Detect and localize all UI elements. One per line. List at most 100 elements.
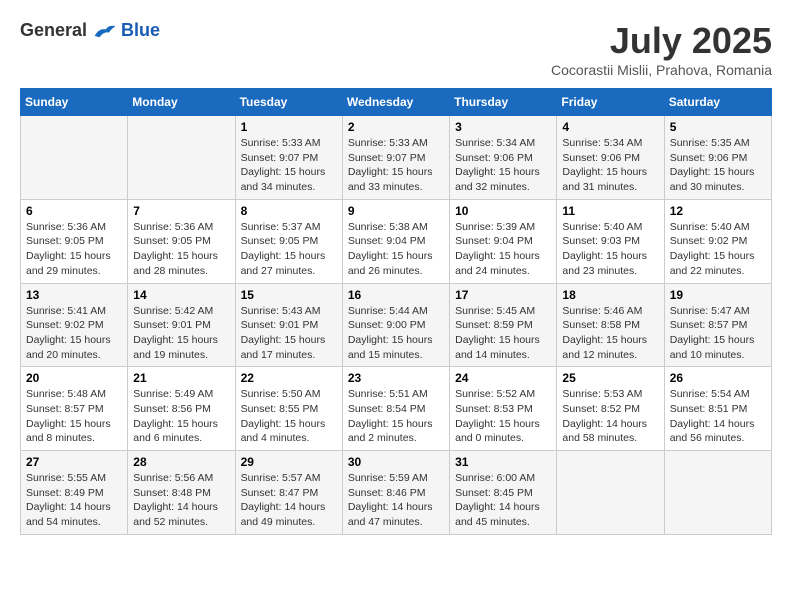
day-number: 10 <box>455 204 551 218</box>
calendar-cell: 25 Sunrise: 5:53 AMSunset: 8:52 PMDayligh… <box>557 367 664 451</box>
calendar-cell: 27 Sunrise: 5:55 AMSunset: 8:49 PMDayligh… <box>21 451 128 535</box>
calendar-cell: 21 Sunrise: 5:49 AMSunset: 8:56 PMDayligh… <box>128 367 235 451</box>
day-number: 1 <box>241 120 337 134</box>
logo-bird-icon <box>93 21 117 41</box>
calendar-cell <box>128 116 235 200</box>
day-info: Sunrise: 5:55 AMSunset: 8:49 PMDaylight:… <box>26 471 122 530</box>
calendar-cell: 3 Sunrise: 5:34 AMSunset: 9:06 PMDaylight… <box>450 116 557 200</box>
weekday-header-monday: Monday <box>128 89 235 116</box>
day-number: 2 <box>348 120 444 134</box>
calendar-cell <box>664 451 771 535</box>
day-info: Sunrise: 5:35 AMSunset: 9:06 PMDaylight:… <box>670 136 766 195</box>
day-number: 22 <box>241 371 337 385</box>
day-info: Sunrise: 5:42 AMSunset: 9:01 PMDaylight:… <box>133 304 229 363</box>
day-info: Sunrise: 6:00 AMSunset: 8:45 PMDaylight:… <box>455 471 551 530</box>
calendar-body: 1 Sunrise: 5:33 AMSunset: 9:07 PMDaylight… <box>21 116 772 535</box>
logo-blue: Blue <box>121 20 160 41</box>
day-number: 11 <box>562 204 658 218</box>
weekday-header-saturday: Saturday <box>664 89 771 116</box>
day-number: 12 <box>670 204 766 218</box>
calendar-cell: 1 Sunrise: 5:33 AMSunset: 9:07 PMDaylight… <box>235 116 342 200</box>
calendar-week-4: 20Sunrise: 5:48 AMSunset: 8:57 PMDayligh… <box>21 367 772 451</box>
day-number: 29 <box>241 455 337 469</box>
day-number: 6 <box>26 204 122 218</box>
calendar-week-1: 1 Sunrise: 5:33 AMSunset: 9:07 PMDaylight… <box>21 116 772 200</box>
day-number: 26 <box>670 371 766 385</box>
calendar-cell <box>21 116 128 200</box>
day-info: Sunrise: 5:41 AMSunset: 9:02 PMDaylight:… <box>26 304 122 363</box>
day-info: Sunrise: 5:49 AMSunset: 8:56 PMDaylight:… <box>133 387 229 446</box>
calendar-cell: 12Sunrise: 5:40 AMSunset: 9:02 PMDayligh… <box>664 199 771 283</box>
day-info: Sunrise: 5:38 AMSunset: 9:04 PMDaylight:… <box>348 220 444 279</box>
day-number: 24 <box>455 371 551 385</box>
day-number: 7 <box>133 204 229 218</box>
day-info: Sunrise: 5:57 AMSunset: 8:47 PMDaylight:… <box>241 471 337 530</box>
calendar-cell: 17Sunrise: 5:45 AMSunset: 8:59 PMDayligh… <box>450 283 557 367</box>
day-info: Sunrise: 5:59 AMSunset: 8:46 PMDaylight:… <box>348 471 444 530</box>
day-number: 16 <box>348 288 444 302</box>
day-info: Sunrise: 5:43 AMSunset: 9:01 PMDaylight:… <box>241 304 337 363</box>
day-info: Sunrise: 5:40 AMSunset: 9:03 PMDaylight:… <box>562 220 658 279</box>
day-info: Sunrise: 5:34 AMSunset: 9:06 PMDaylight:… <box>562 136 658 195</box>
calendar-cell: 31Sunrise: 6:00 AMSunset: 8:45 PMDayligh… <box>450 451 557 535</box>
weekday-header-tuesday: Tuesday <box>235 89 342 116</box>
calendar-cell: 28 Sunrise: 5:56 AMSunset: 8:48 PMDayligh… <box>128 451 235 535</box>
calendar-cell: 24Sunrise: 5:52 AMSunset: 8:53 PMDayligh… <box>450 367 557 451</box>
calendar-cell: 6 Sunrise: 5:36 AMSunset: 9:05 PMDaylight… <box>21 199 128 283</box>
day-number: 8 <box>241 204 337 218</box>
day-info: Sunrise: 5:47 AMSunset: 8:57 PMDaylight:… <box>670 304 766 363</box>
day-number: 18 <box>562 288 658 302</box>
calendar-cell: 19 Sunrise: 5:47 AMSunset: 8:57 PMDayligh… <box>664 283 771 367</box>
calendar-cell: 10 Sunrise: 5:39 AMSunset: 9:04 PMDayligh… <box>450 199 557 283</box>
calendar-week-2: 6 Sunrise: 5:36 AMSunset: 9:05 PMDaylight… <box>21 199 772 283</box>
logo: General Blue <box>20 20 160 41</box>
calendar-cell: 9 Sunrise: 5:38 AMSunset: 9:04 PMDaylight… <box>342 199 449 283</box>
weekday-header-thursday: Thursday <box>450 89 557 116</box>
day-number: 20 <box>26 371 122 385</box>
day-number: 3 <box>455 120 551 134</box>
calendar-cell: 20Sunrise: 5:48 AMSunset: 8:57 PMDayligh… <box>21 367 128 451</box>
day-info: Sunrise: 5:34 AMSunset: 9:06 PMDaylight:… <box>455 136 551 195</box>
weekday-header-wednesday: Wednesday <box>342 89 449 116</box>
weekday-header-friday: Friday <box>557 89 664 116</box>
calendar-cell: 16 Sunrise: 5:44 AMSunset: 9:00 PMDayligh… <box>342 283 449 367</box>
day-info: Sunrise: 5:45 AMSunset: 8:59 PMDaylight:… <box>455 304 551 363</box>
day-number: 21 <box>133 371 229 385</box>
calendar-cell: 26 Sunrise: 5:54 AMSunset: 8:51 PMDayligh… <box>664 367 771 451</box>
calendar-cell: 30Sunrise: 5:59 AMSunset: 8:46 PMDayligh… <box>342 451 449 535</box>
calendar-cell: 4 Sunrise: 5:34 AMSunset: 9:06 PMDaylight… <box>557 116 664 200</box>
calendar-cell: 11 Sunrise: 5:40 AMSunset: 9:03 PMDayligh… <box>557 199 664 283</box>
day-info: Sunrise: 5:54 AMSunset: 8:51 PMDaylight:… <box>670 387 766 446</box>
day-number: 4 <box>562 120 658 134</box>
day-number: 25 <box>562 371 658 385</box>
day-info: Sunrise: 5:36 AMSunset: 9:05 PMDaylight:… <box>26 220 122 279</box>
day-info: Sunrise: 5:36 AMSunset: 9:05 PMDaylight:… <box>133 220 229 279</box>
day-info: Sunrise: 5:56 AMSunset: 8:48 PMDaylight:… <box>133 471 229 530</box>
calendar-cell <box>557 451 664 535</box>
calendar-cell: 5Sunrise: 5:35 AMSunset: 9:06 PMDaylight… <box>664 116 771 200</box>
page-header: General Blue July 2025 Cocorastii Mislii… <box>20 20 772 78</box>
day-info: Sunrise: 5:33 AMSunset: 9:07 PMDaylight:… <box>348 136 444 195</box>
day-number: 19 <box>670 288 766 302</box>
calendar-cell: 18 Sunrise: 5:46 AMSunset: 8:58 PMDayligh… <box>557 283 664 367</box>
day-info: Sunrise: 5:39 AMSunset: 9:04 PMDaylight:… <box>455 220 551 279</box>
calendar-cell: 13 Sunrise: 5:41 AMSunset: 9:02 PMDayligh… <box>21 283 128 367</box>
day-number: 14 <box>133 288 229 302</box>
day-number: 13 <box>26 288 122 302</box>
calendar-cell: 15Sunrise: 5:43 AMSunset: 9:01 PMDayligh… <box>235 283 342 367</box>
day-info: Sunrise: 5:33 AMSunset: 9:07 PMDaylight:… <box>241 136 337 195</box>
location: Cocorastii Mislii, Prahova, Romania <box>551 62 772 78</box>
day-number: 27 <box>26 455 122 469</box>
calendar-table: SundayMondayTuesdayWednesdayThursdayFrid… <box>20 88 772 535</box>
day-info: Sunrise: 5:46 AMSunset: 8:58 PMDaylight:… <box>562 304 658 363</box>
weekday-header-sunday: Sunday <box>21 89 128 116</box>
day-number: 28 <box>133 455 229 469</box>
calendar-cell: 7 Sunrise: 5:36 AMSunset: 9:05 PMDaylight… <box>128 199 235 283</box>
day-info: Sunrise: 5:44 AMSunset: 9:00 PMDaylight:… <box>348 304 444 363</box>
day-info: Sunrise: 5:53 AMSunset: 8:52 PMDaylight:… <box>562 387 658 446</box>
day-number: 9 <box>348 204 444 218</box>
calendar-week-3: 13 Sunrise: 5:41 AMSunset: 9:02 PMDayligh… <box>21 283 772 367</box>
calendar-week-5: 27 Sunrise: 5:55 AMSunset: 8:49 PMDayligh… <box>21 451 772 535</box>
month-title: July 2025 <box>551 20 772 62</box>
calendar-cell: 14 Sunrise: 5:42 AMSunset: 9:01 PMDayligh… <box>128 283 235 367</box>
